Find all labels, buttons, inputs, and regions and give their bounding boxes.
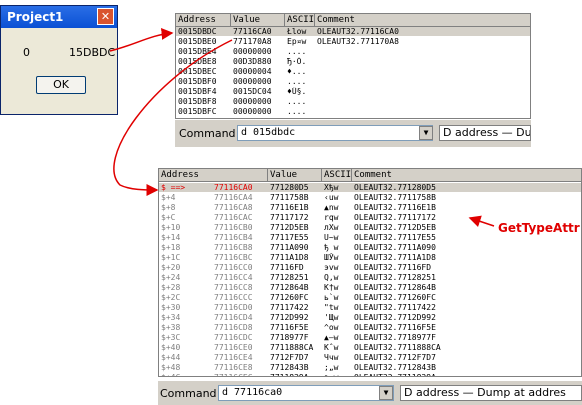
gettypeattr-arrow xyxy=(468,215,495,228)
dialog-to-stack-arrow xyxy=(109,27,174,52)
stack-to-dump-arrow xyxy=(113,39,233,196)
gettypeattr-annotation: GetTypeAttr xyxy=(498,221,580,235)
annotation-arrows xyxy=(109,27,495,228)
